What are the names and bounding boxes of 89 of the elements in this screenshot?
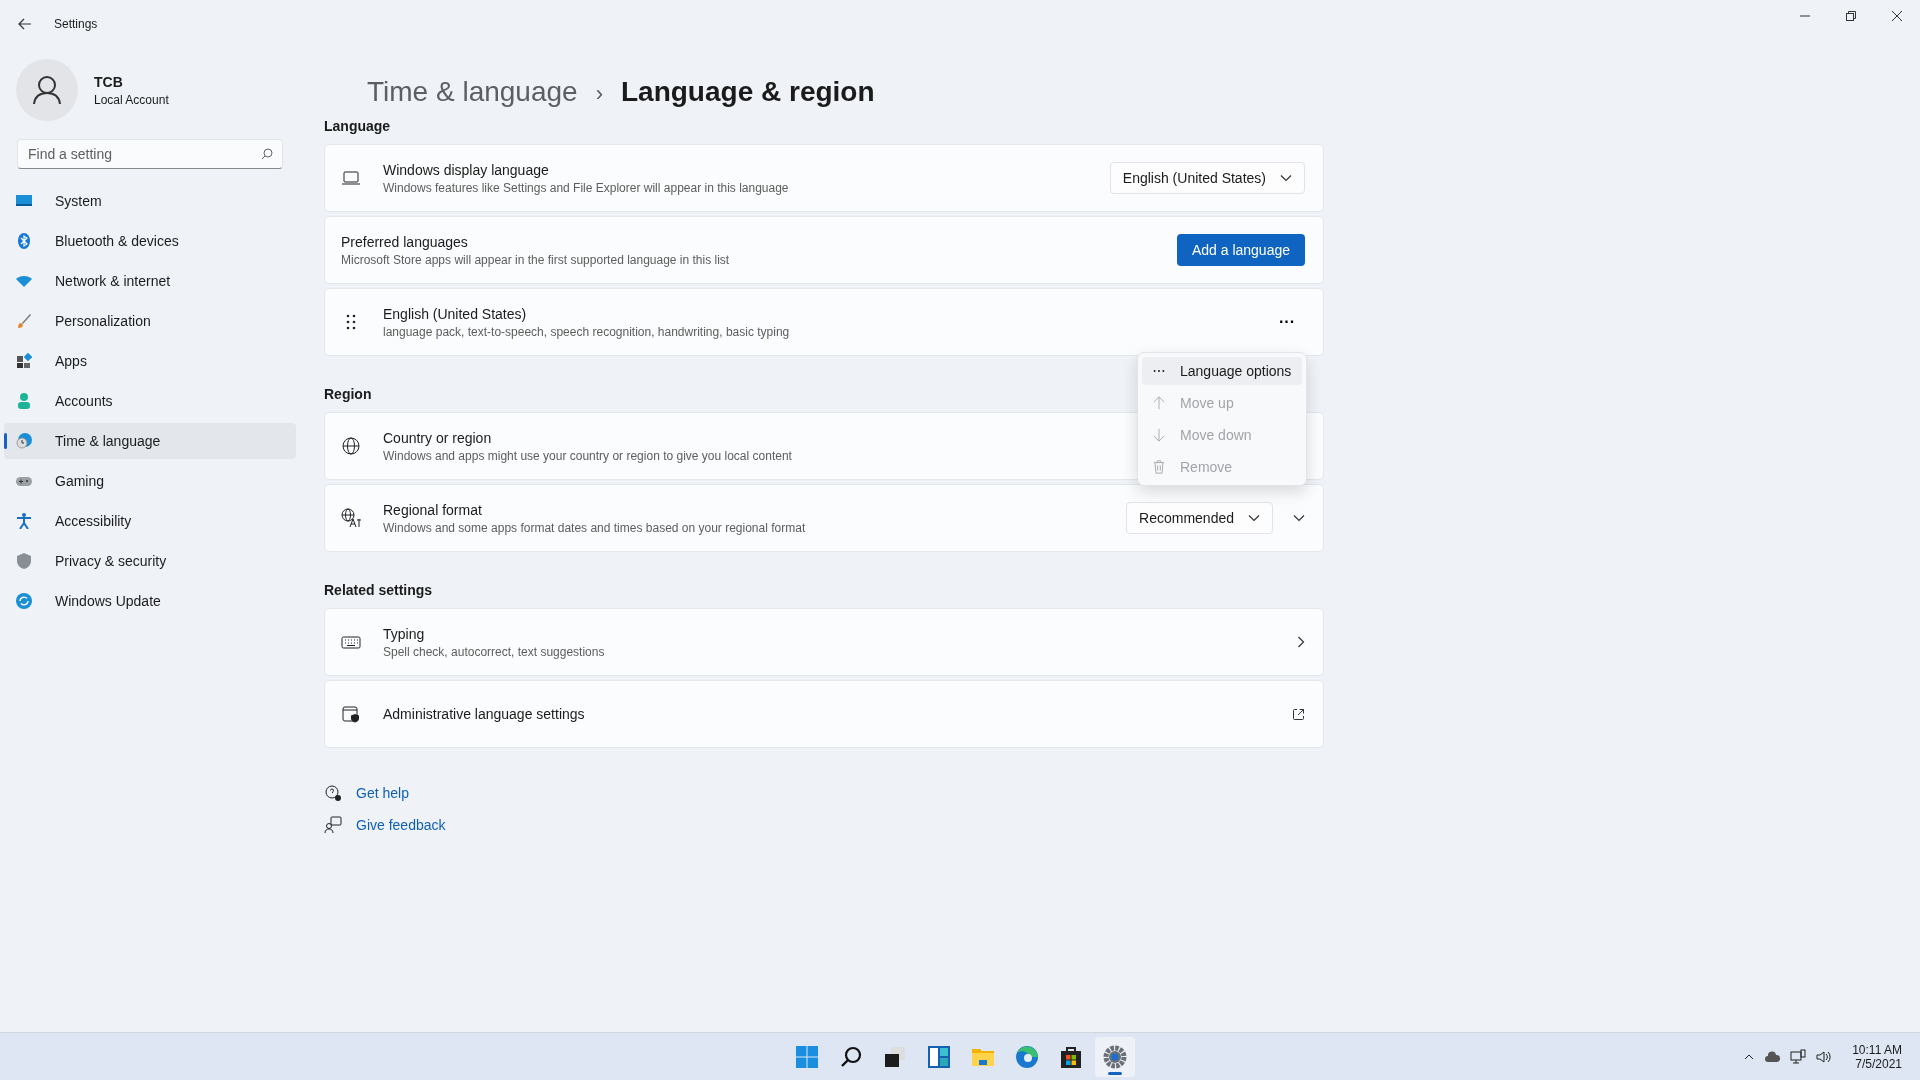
window-shield-icon	[341, 704, 361, 724]
settings-icon	[1103, 1044, 1127, 1069]
breadcrumb-link[interactable]: Time & language	[367, 76, 578, 108]
sidebar-item[interactable]: Privacy & security	[4, 543, 296, 579]
sidebar-item[interactable]: Apps	[4, 343, 296, 379]
setting-card[interactable]: Regional format Windows and some apps format dates and times based on your regional format Recommended	[324, 484, 1324, 552]
setting-title: Preferred languages	[341, 233, 468, 250]
menu-item[interactable]: Language options	[1142, 357, 1302, 385]
sidebar-item[interactable]: Accounts	[4, 383, 296, 419]
search-icon	[261, 148, 273, 160]
account-type: Local Account	[94, 92, 169, 107]
arrow-down-icon	[1152, 428, 1166, 442]
browser-icon	[1015, 1044, 1039, 1069]
setting-card[interactable]: English (United States) language pack, text-to-speech, speech recognition, handwriting, basic typing ···	[324, 288, 1324, 356]
setting-title: Administrative language settings	[383, 706, 585, 722]
dropdown[interactable]: Recommended	[1126, 502, 1273, 534]
monitor-icon	[16, 193, 32, 209]
setting-title: Country or region	[383, 429, 492, 446]
account-name: TCB	[94, 73, 124, 90]
network-icon[interactable]	[1790, 1048, 1807, 1065]
breadcrumb-separator: ›	[595, 81, 603, 107]
setting-title: Regional format	[383, 501, 482, 518]
help-link[interactable]: Give feedback	[356, 817, 446, 833]
setting-card[interactable]: Preferred languages Microsoft Store apps will appear in the first supported language in this list Add a language	[324, 216, 1324, 284]
volume-icon[interactable]	[1816, 1048, 1833, 1065]
search-field[interactable]: Find a setting	[17, 139, 283, 169]
setting-card[interactable]: Typing Spell check, autocorrect, text suggestions	[324, 608, 1324, 676]
accessibility-icon	[16, 513, 32, 529]
restore-icon[interactable]	[1846, 11, 1856, 21]
cloud-icon[interactable]	[1764, 1050, 1781, 1063]
clock-date[interactable]: 7/5/2021	[1855, 1056, 1902, 1071]
globe-characters-icon	[341, 508, 361, 528]
sidebar-item[interactable]: Personalization	[4, 303, 296, 339]
dropdown[interactable]: English (United States)	[1109, 162, 1305, 194]
setting-description: Windows and some apps format dates and times based on your regional format	[383, 520, 806, 535]
clock-time[interactable]: 10:11 AM	[1852, 1042, 1902, 1057]
setting-description: Windows and apps might use your country or region to give you local content	[383, 448, 792, 463]
window-title: Settings	[54, 17, 98, 31]
globe-icon	[341, 436, 361, 456]
globe-clock-icon	[16, 433, 32, 449]
wifi-icon	[16, 273, 32, 289]
search-icon	[839, 1044, 863, 1069]
section-heading: Region	[324, 386, 372, 402]
sidebar-item[interactable]: Bluetooth & devices	[4, 223, 296, 259]
chevron-down-icon	[1248, 514, 1260, 522]
sidebar-item[interactable]: Network & internet	[4, 263, 296, 299]
help-chat-icon	[324, 784, 342, 802]
sidebar-item[interactable]: System	[4, 183, 296, 219]
sidebar-item[interactable]: Time & language	[4, 423, 296, 459]
update-icon	[16, 593, 32, 609]
setting-card[interactable]: Windows display language Windows features like Settings and File Explorer will appear in this language English (United States)	[324, 144, 1324, 212]
chevron-up-icon[interactable]	[1744, 1052, 1755, 1061]
windows-logo-icon	[795, 1044, 819, 1069]
external-link-icon[interactable]	[1292, 707, 1305, 721]
chevron-down-icon	[1280, 174, 1292, 182]
setting-description: language pack, text-to-speech, speech recognition, handwriting, basic typing	[383, 324, 790, 339]
apps-icon	[16, 353, 32, 369]
task-view-icon	[883, 1044, 907, 1069]
arrow-up-icon	[1152, 396, 1166, 410]
setting-description: Spell check, autocorrect, text suggestions	[383, 644, 605, 659]
sidebar-item[interactable]: Windows Update	[4, 583, 296, 619]
setting-title: English (United States)	[383, 305, 527, 322]
laptop-icon	[341, 168, 361, 188]
help-link[interactable]: Get help	[356, 785, 409, 801]
add-language-button[interactable]: Add a language	[1176, 234, 1305, 266]
section-heading: Related settings	[324, 582, 433, 598]
person-icon	[16, 393, 32, 409]
setting-description: Windows features like Settings and File Explorer will appear in this language	[383, 180, 789, 195]
setting-description: Microsoft Store apps will appear in the first supported language in this list	[341, 252, 730, 267]
close-icon[interactable]	[1892, 11, 1902, 21]
back-icon[interactable]	[18, 18, 32, 30]
more-button[interactable]: ···	[1269, 311, 1305, 333]
store-bag-icon	[1059, 1044, 1083, 1069]
avatar-icon	[16, 59, 78, 121]
brush-icon	[16, 313, 32, 329]
sidebar-item[interactable]: Gaming	[4, 463, 296, 499]
page-title: Language & region	[621, 76, 875, 108]
chevron-right-icon[interactable]	[1297, 636, 1305, 648]
sidebar-item[interactable]: Accessibility	[4, 503, 296, 539]
trash-icon	[1152, 460, 1166, 474]
feedback-icon	[324, 816, 342, 834]
setting-title: Typing	[383, 625, 425, 642]
shield-icon	[16, 553, 32, 569]
expand-chevron-icon[interactable]	[1293, 514, 1305, 522]
setting-card[interactable]: Administrative language settings	[324, 680, 1324, 748]
widgets-icon	[927, 1044, 951, 1069]
setting-title: Windows display language	[383, 161, 549, 178]
section-heading: Language	[324, 118, 391, 134]
bluetooth-icon	[16, 233, 32, 249]
